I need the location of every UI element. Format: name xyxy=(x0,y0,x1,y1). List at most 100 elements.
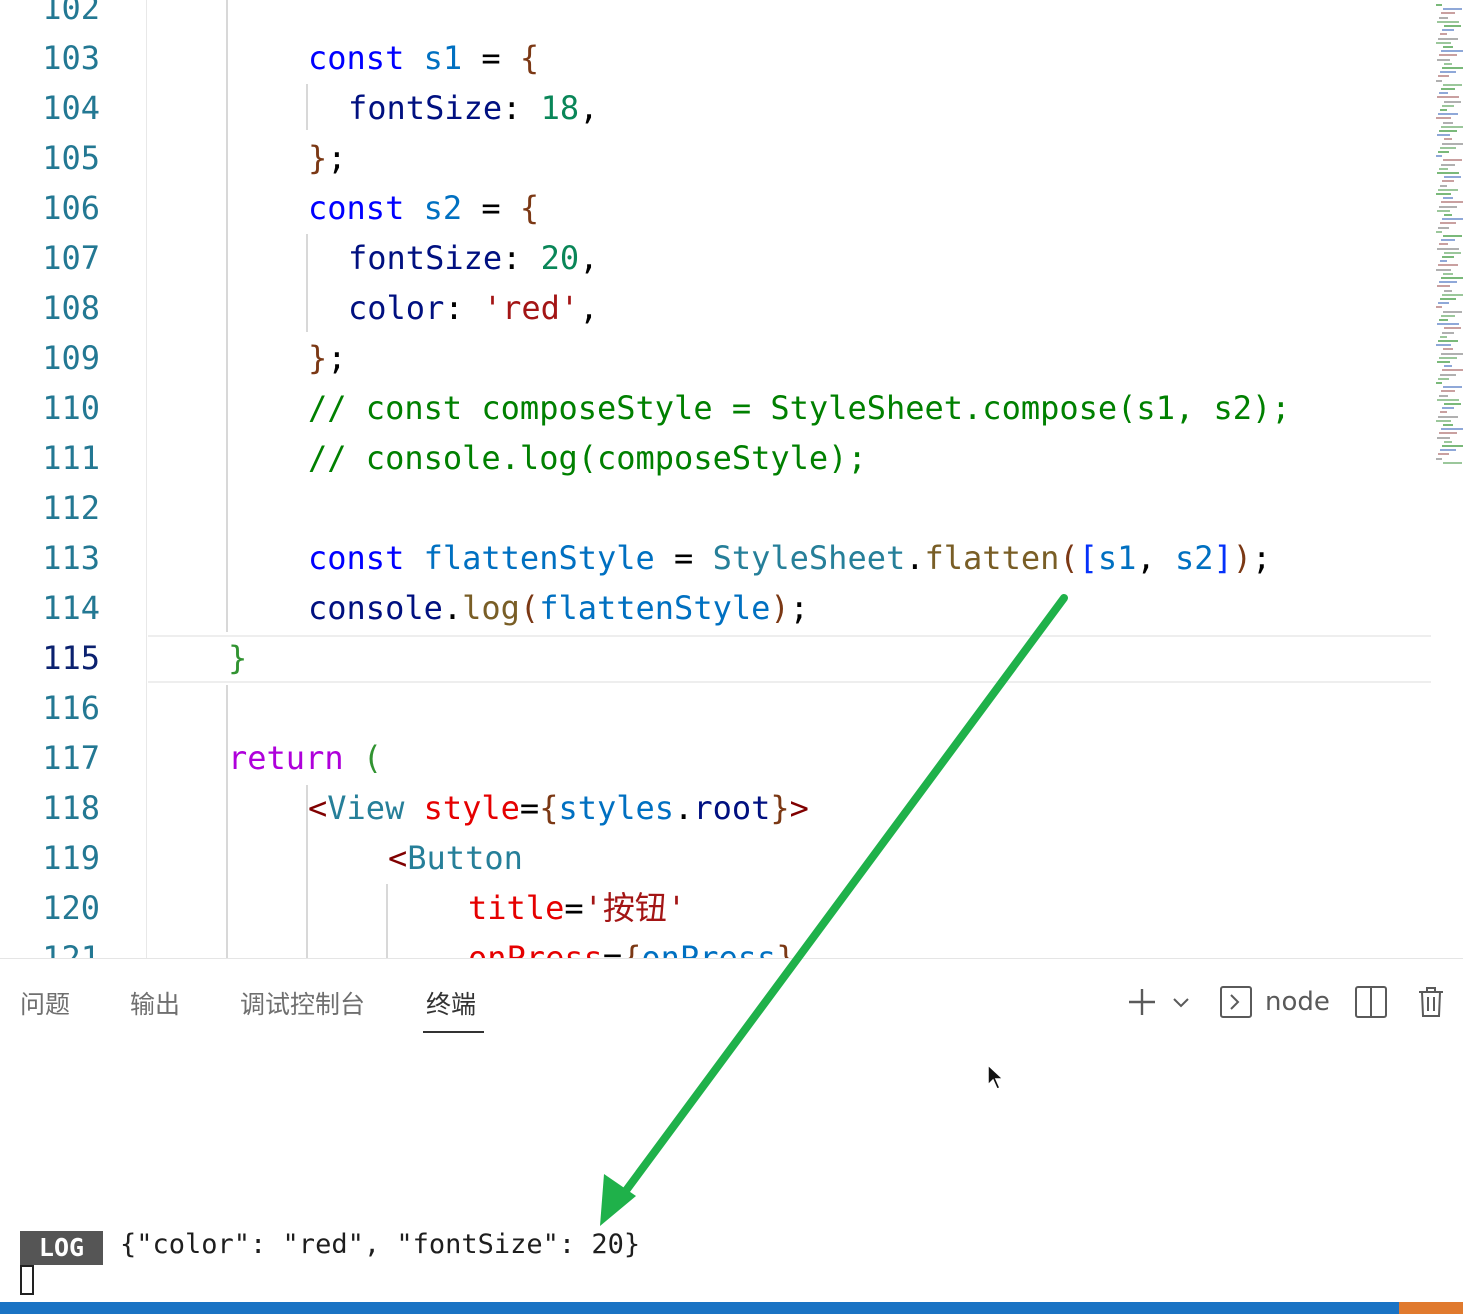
minimap-line xyxy=(1436,306,1442,309)
minimap-line xyxy=(1436,230,1442,233)
minimap-line xyxy=(1437,209,1450,212)
minimap-line xyxy=(1444,100,1461,103)
code-line: onPress={onPress} xyxy=(468,939,796,958)
minimap-line xyxy=(1437,134,1450,137)
minimap-line xyxy=(1436,117,1451,120)
minimap-line xyxy=(1440,184,1447,187)
line-number: 106 xyxy=(42,189,100,227)
minimap-line xyxy=(1438,37,1458,40)
line-number: 107 xyxy=(42,239,100,277)
plus-icon[interactable] xyxy=(1124,983,1160,1021)
chevron-down-icon[interactable] xyxy=(1168,983,1194,1021)
code-line: } xyxy=(228,639,248,677)
minimap-line xyxy=(1444,214,1452,216)
line-number: 121 xyxy=(42,939,100,958)
minimap-line xyxy=(1441,314,1455,317)
minimap[interactable] xyxy=(1436,0,1463,480)
minimap-line xyxy=(1443,121,1453,124)
minimap-line xyxy=(1436,79,1442,82)
minimap-line xyxy=(1442,293,1463,296)
minimap-line xyxy=(1436,457,1442,460)
minimap-line xyxy=(1444,251,1461,254)
minimap-line xyxy=(1436,268,1451,271)
minimap-line xyxy=(1438,151,1449,153)
line-number: 109 xyxy=(42,339,100,377)
minimap-line xyxy=(1439,130,1457,132)
minimap-line xyxy=(1441,352,1463,355)
tab-problems[interactable]: 问题 xyxy=(20,985,70,1021)
minimap-line xyxy=(1442,142,1463,145)
line-number: 116 xyxy=(42,689,100,727)
line-number: 113 xyxy=(42,539,100,577)
minimap-line xyxy=(1443,461,1462,464)
minimap-line xyxy=(1442,180,1454,183)
line-number: 108 xyxy=(42,289,100,327)
terminal-log-output: {"color": "red", "fontSize": 20} xyxy=(120,1229,641,1260)
minimap-line xyxy=(1440,109,1447,111)
gutter-separator xyxy=(146,0,147,958)
minimap-line xyxy=(1443,348,1453,351)
minimap-line xyxy=(1441,12,1455,15)
minimap-line xyxy=(1441,277,1463,279)
minimap-line xyxy=(1438,113,1458,116)
minimap-line xyxy=(1444,327,1461,330)
code-editor[interactable]: 102 103 104 105 106 107 108 109 110 111 112 113 114 1… xyxy=(0,0,1463,958)
minimap-line xyxy=(1439,356,1457,359)
active-tab-indicator xyxy=(423,1031,484,1033)
tab-terminal[interactable]: 终端 xyxy=(426,985,476,1021)
minimap-line xyxy=(1437,398,1459,401)
indent-guide xyxy=(306,234,308,332)
log-badge: LOG xyxy=(20,1231,103,1265)
minimap-line xyxy=(1442,218,1463,221)
tab-debug-console[interactable]: 调试控制台 xyxy=(240,985,365,1021)
code-line: }; xyxy=(308,339,347,377)
minimap-line xyxy=(1436,4,1442,6)
terminal-name[interactable]: node xyxy=(1265,987,1330,1017)
line-number: 120 xyxy=(42,889,100,927)
minimap-line xyxy=(1437,247,1459,250)
code-line: const s1 = { xyxy=(308,39,540,77)
minimap-line xyxy=(1441,125,1463,128)
minimap-line xyxy=(1442,67,1463,69)
minimap-line xyxy=(1438,415,1458,418)
minimap-line xyxy=(1439,92,1448,95)
line-number: 112 xyxy=(42,489,100,527)
minimap-line xyxy=(1437,436,1450,439)
minimap-line xyxy=(1436,419,1451,422)
line-number: 119 xyxy=(42,839,100,877)
split-terminal-icon[interactable] xyxy=(1352,983,1390,1021)
bottom-panel: 问题 输出 调试控制台 终端 node LOG {"color": "red",… xyxy=(0,958,1463,1303)
tab-output[interactable]: 输出 xyxy=(130,985,180,1021)
minimap-line xyxy=(1436,193,1451,195)
minimap-line xyxy=(1441,201,1463,204)
line-number: 114 xyxy=(42,589,100,627)
minimap-line xyxy=(1443,197,1453,200)
code-line: }; xyxy=(308,139,347,177)
minimap-line xyxy=(1440,298,1456,300)
minimap-line xyxy=(1439,394,1448,397)
minimap-line xyxy=(1439,243,1448,246)
minimap-line xyxy=(1441,390,1455,393)
minimap-line xyxy=(1443,310,1462,313)
minimap-line xyxy=(1444,289,1452,292)
minimap-line xyxy=(1443,424,1453,426)
code-line: // console.log(composeStyle); xyxy=(308,439,867,477)
minimap-line xyxy=(1444,138,1452,141)
code-line: const flattenStyle = StyleSheet.flatten(… xyxy=(308,539,1272,577)
minimap-line xyxy=(1442,104,1454,107)
minimap-line xyxy=(1442,369,1463,372)
minimap-line xyxy=(1443,83,1462,86)
minimap-line xyxy=(1441,163,1455,166)
code-line: return ( xyxy=(228,739,383,777)
minimap-line xyxy=(1437,172,1459,174)
trash-icon[interactable] xyxy=(1412,983,1450,1021)
minimap-line xyxy=(1436,41,1451,44)
minimap-line xyxy=(1440,335,1447,338)
code-line: fontSize: 18, xyxy=(348,89,599,127)
minimap-line xyxy=(1439,205,1457,208)
minimap-line xyxy=(1436,155,1442,158)
code-line: <Button xyxy=(388,839,523,877)
indent-guide xyxy=(226,0,228,632)
code-line: console.log(flattenStyle); xyxy=(308,589,809,627)
minimap-line xyxy=(1442,29,1454,32)
